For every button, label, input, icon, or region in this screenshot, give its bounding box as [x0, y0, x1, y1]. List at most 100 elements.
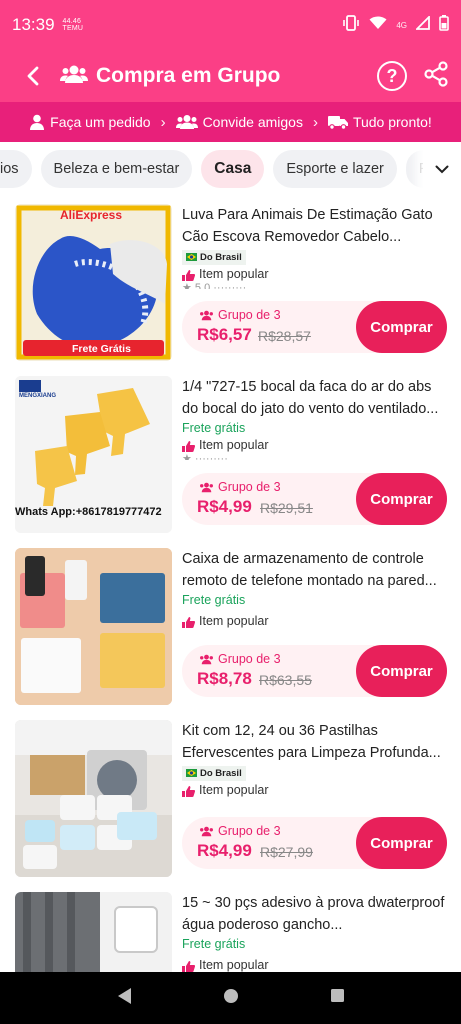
app-header: Compra em Grupo ? — [0, 50, 461, 102]
category-tab[interactable]: Beleza e bem-estar — [40, 150, 193, 188]
product-card[interactable]: Kit com 12, 24 ou 36 Pastilhas Efervesce… — [0, 712, 461, 884]
faded-text: ★ 5.0 ········· — [182, 283, 247, 289]
step-order: Faça um pedido — [29, 114, 151, 130]
popular-badge: Item popular — [182, 957, 447, 972]
product-card[interactable]: 15 ~ 30 pçs adesivo à prova dwaterproof … — [0, 884, 461, 972]
product-name[interactable]: 1/4 "727-15 bocal da faca do ar do abs d… — [182, 376, 447, 420]
category-tab-active[interactable]: Casa — [201, 150, 265, 188]
thumb-brand-label: AliExpress — [60, 208, 123, 222]
nav-home-button[interactable] — [223, 988, 239, 1009]
status-time: 13:39 — [12, 15, 55, 34]
price: R$4,99 — [197, 841, 252, 860]
product-image[interactable] — [15, 892, 172, 972]
original-price: R$27,99 — [260, 844, 313, 860]
brazil-flag-icon — [186, 769, 197, 777]
product-card[interactable]: MENGXIANG Whats App:+8617819777472 1/4 "… — [0, 368, 461, 540]
origin-label: Do Brasil — [200, 251, 242, 263]
buy-button[interactable]: Comprar — [356, 473, 447, 525]
vibrate-icon — [342, 14, 360, 36]
person-icon — [30, 114, 45, 130]
nav-recents-button[interactable] — [330, 988, 345, 1008]
trending-icon — [182, 785, 195, 797]
origin-badge: Do Brasil — [182, 765, 246, 781]
trending-icon — [182, 616, 195, 628]
buy-button[interactable]: Comprar — [356, 817, 447, 869]
group-size-label: Grupo de 3 — [218, 308, 281, 322]
group-icon — [175, 115, 198, 129]
step-label: Tudo pronto! — [352, 114, 432, 130]
group-buy-row: Grupo de 3 R$4,99 R$29,51 Comprar — [182, 473, 447, 525]
origin-label: Do Brasil — [200, 767, 242, 779]
product-name[interactable]: 15 ~ 30 pçs adesivo à prova dwaterproof … — [182, 892, 447, 936]
original-price: R$29,51 — [260, 500, 313, 516]
step-invite: Convide amigos — [175, 114, 303, 130]
popular-label: Item popular — [199, 267, 269, 281]
chevron-left-icon — [27, 66, 39, 86]
free-shipping-label: Frete grátis — [182, 421, 246, 435]
step-done: Tudo pronto! — [327, 114, 432, 130]
product-card[interactable]: AliExpress Frete Grátis Luva Para Animai… — [0, 196, 461, 368]
triangle-back-icon — [117, 987, 131, 1004]
group-size-label: Grupo de 3 — [218, 652, 281, 666]
group-icon — [60, 64, 88, 89]
step-label: Convide amigos — [202, 114, 303, 130]
product-image[interactable]: MENGXIANG Whats App:+8617819777472 — [15, 376, 172, 533]
group-icon — [200, 482, 213, 492]
popular-label: Item popular — [199, 614, 269, 628]
product-card[interactable]: Caixa de armazenamento de controle remot… — [0, 540, 461, 712]
trending-icon — [182, 440, 195, 452]
battery-icon — [439, 14, 449, 36]
circle-home-icon — [223, 988, 238, 1003]
group-size-label: Grupo de 3 — [218, 480, 281, 494]
popular-badge: Item popular — [182, 266, 447, 283]
group-icon — [200, 310, 213, 320]
free-shipping-label: Frete grátis — [182, 593, 246, 607]
share-button[interactable] — [423, 60, 449, 92]
status-bar: 13:39 44.46 TEMU 4G — [0, 0, 461, 50]
product-name[interactable]: Caixa de armazenamento de controle remot… — [182, 548, 447, 592]
thumb-contact-label: Whats App:+8617819777472 — [15, 506, 162, 518]
expand-categories-button[interactable] — [423, 142, 461, 196]
top-bar: 13:39 44.46 TEMU 4G Compra em Grupo ? Fa… — [0, 0, 461, 142]
system-nav-bar — [0, 972, 461, 1024]
network-type: 4G — [396, 20, 407, 30]
faded-text: ★ ········· — [182, 454, 228, 460]
popular-label: Item popular — [199, 958, 269, 972]
buy-button[interactable]: Comprar — [356, 301, 447, 353]
truck-icon — [327, 115, 348, 130]
how-it-works-bar: Faça um pedido › Convide amigos › Tudo p… — [0, 102, 461, 142]
product-image[interactable]: AliExpress Frete Grátis — [15, 204, 172, 361]
product-image[interactable] — [15, 720, 172, 877]
group-buy-row: Grupo de 3 R$6,57 R$28,57 Comprar — [182, 301, 447, 353]
page-title: Compra em Grupo — [96, 64, 281, 87]
original-price: R$28,57 — [258, 328, 311, 344]
question-icon: ? — [386, 65, 398, 86]
trending-icon — [182, 960, 195, 972]
buy-button[interactable]: Comprar — [356, 645, 447, 697]
product-name[interactable]: Kit com 12, 24 ou 36 Pastilhas Efervesce… — [182, 720, 447, 764]
group-size-label: Grupo de 3 — [218, 824, 281, 838]
nav-back-button[interactable] — [116, 987, 132, 1010]
category-tabs: ios Beleza e bem-estar Casa Esporte e la… — [0, 142, 461, 196]
group-icon — [200, 826, 213, 836]
price: R$8,78 — [197, 669, 252, 688]
group-size: Grupo de 3 — [199, 652, 281, 666]
thumb-brand-label: MENGXIANG — [19, 393, 57, 399]
product-list: AliExpress Frete Grátis Luva Para Animai… — [0, 196, 461, 972]
group-buy-row: Grupo de 3 R$4,99 R$27,99 Comprar — [182, 817, 447, 869]
price: R$4,99 — [197, 497, 252, 516]
status-carrier: 44.46 TEMU — [62, 18, 84, 32]
origin-badge: Do Brasil — [182, 249, 246, 265]
chevron-right-icon: › — [312, 113, 318, 131]
back-button[interactable] — [20, 63, 46, 89]
category-tab[interactable]: ios — [0, 150, 32, 188]
product-image[interactable] — [15, 548, 172, 705]
popular-badge: Item popular — [182, 782, 447, 799]
help-button[interactable]: ? — [377, 61, 407, 91]
group-icon — [200, 654, 213, 664]
group-size: Grupo de 3 — [199, 308, 281, 322]
category-tab[interactable]: Esporte e lazer — [273, 150, 397, 188]
popular-badge: Item popular — [182, 437, 447, 454]
product-name[interactable]: Luva Para Animais De Estimação Gato Cão … — [182, 204, 447, 248]
price: R$6,57 — [197, 325, 252, 344]
